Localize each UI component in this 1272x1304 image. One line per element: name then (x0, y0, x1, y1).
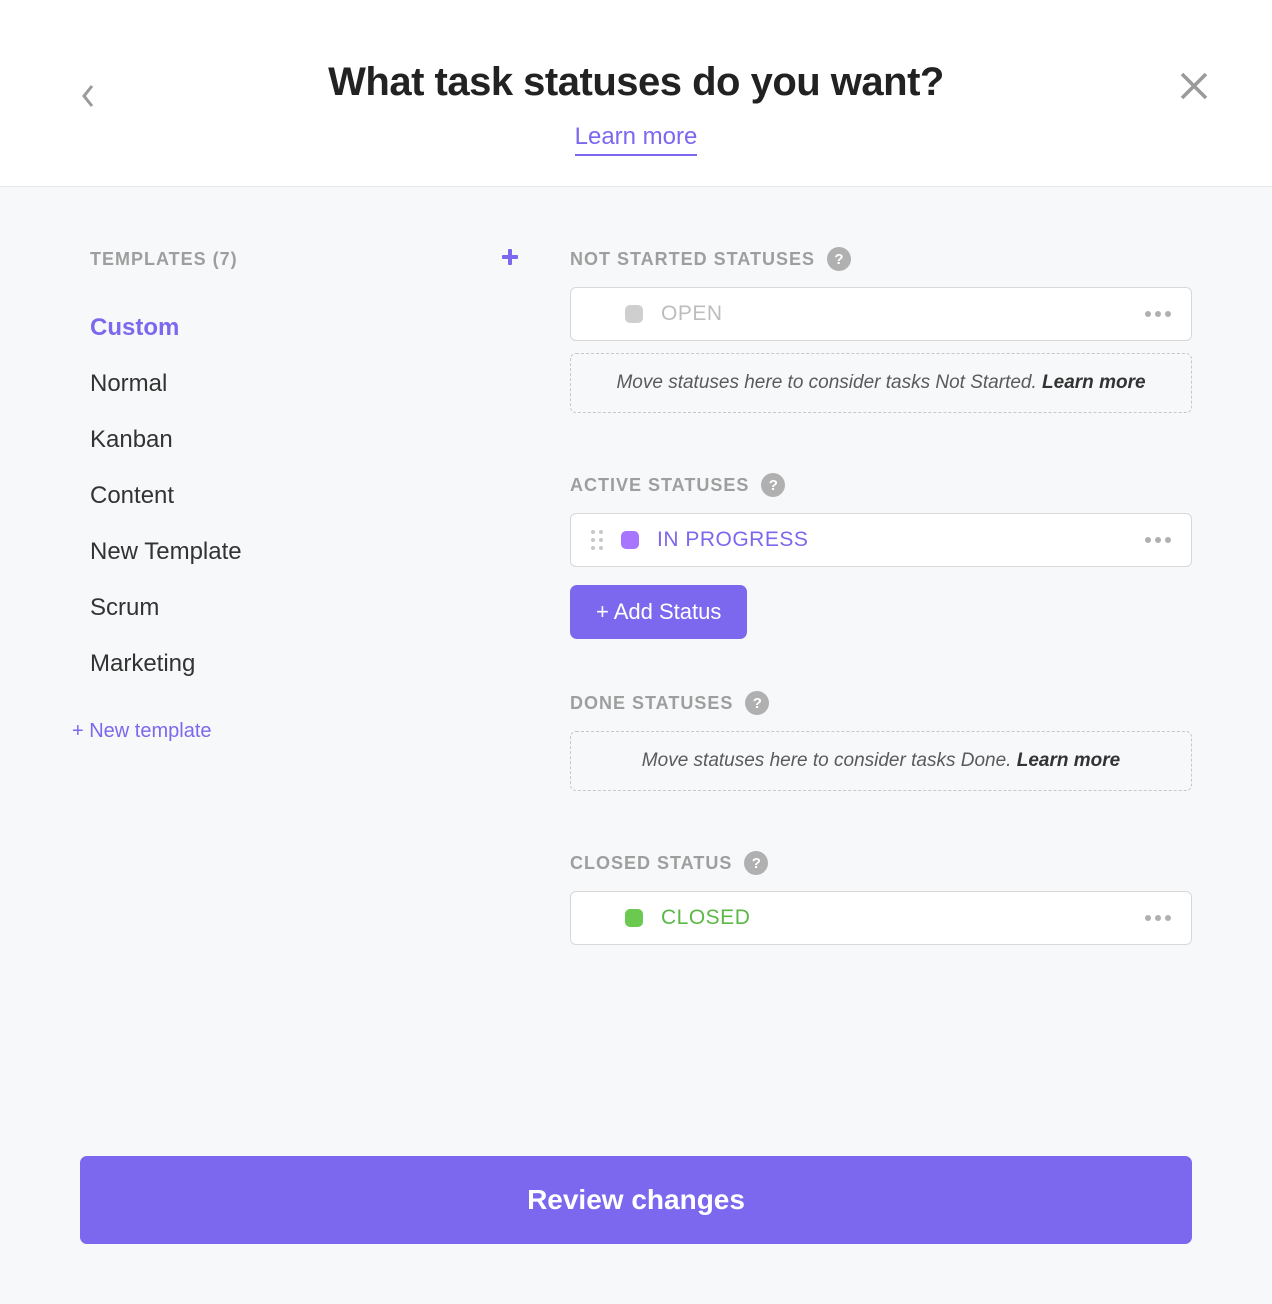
help-icon[interactable]: ? (827, 247, 851, 271)
add-template-button[interactable] (500, 247, 520, 272)
drag-handle-icon[interactable] (591, 530, 603, 550)
chevron-left-icon (80, 82, 96, 110)
drop-hint-text: Move statuses here to consider tasks Don… (642, 750, 1017, 771)
templates-label: TEMPLATES (7) (90, 249, 238, 270)
template-item-normal[interactable]: Normal (90, 356, 520, 412)
done-header: DONE STATUSES ? (570, 691, 1192, 715)
closed-header: CLOSED STATUS ? (570, 851, 1192, 875)
add-status-button[interactable]: + Add Status (570, 585, 747, 639)
template-item-kanban[interactable]: Kanban (90, 412, 520, 468)
drop-learn-more-link[interactable]: Learn more (1042, 372, 1145, 393)
help-icon[interactable]: ? (761, 473, 785, 497)
done-drop-zone[interactable]: Move statuses here to consider tasks Don… (570, 731, 1192, 791)
template-list: Custom Normal Kanban Content New Templat… (90, 300, 520, 692)
status-row-open[interactable]: OPEN (570, 287, 1192, 341)
back-button[interactable] (80, 82, 96, 115)
template-item-content[interactable]: Content (90, 468, 520, 524)
status-name: IN PROGRESS (657, 528, 1127, 552)
templates-sidebar: TEMPLATES (7) Custom Normal Kanban Conte… (90, 247, 570, 957)
template-item-new-template[interactable]: New Template (90, 524, 520, 580)
status-more-button[interactable] (1145, 311, 1171, 317)
new-template-button[interactable]: + New template (72, 720, 520, 743)
template-item-marketing[interactable]: Marketing (90, 636, 520, 692)
closed-label: CLOSED STATUS (570, 853, 732, 874)
status-color-swatch (621, 531, 639, 549)
template-item-custom[interactable]: Custom (90, 300, 520, 356)
status-name: OPEN (661, 302, 1127, 326)
active-header: ACTIVE STATUSES ? (570, 473, 1192, 497)
modal-header: What task statuses do you want? Learn mo… (0, 0, 1272, 187)
not-started-header: NOT STARTED STATUSES ? (570, 247, 1192, 271)
template-item-scrum[interactable]: Scrum (90, 580, 520, 636)
status-row-in-progress[interactable]: IN PROGRESS (570, 513, 1192, 567)
done-label: DONE STATUSES (570, 693, 733, 714)
status-editor: NOT STARTED STATUSES ? OPEN Move statuse… (570, 247, 1192, 957)
learn-more-link[interactable]: Learn more (575, 123, 698, 156)
not-started-drop-zone[interactable]: Move statuses here to consider tasks Not… (570, 353, 1192, 413)
status-row-closed[interactable]: CLOSED (570, 891, 1192, 945)
active-label: ACTIVE STATUSES (570, 475, 749, 496)
status-more-button[interactable] (1145, 537, 1171, 543)
modal-footer: Review changes (80, 1156, 1192, 1244)
status-color-swatch (625, 305, 643, 323)
status-color-swatch (625, 909, 643, 927)
status-more-button[interactable] (1145, 915, 1171, 921)
help-icon[interactable]: ? (744, 851, 768, 875)
review-changes-button[interactable]: Review changes (80, 1156, 1192, 1244)
drop-hint-text: Move statuses here to consider tasks Not… (616, 372, 1042, 393)
close-icon (1176, 68, 1212, 104)
status-name: CLOSED (661, 906, 1127, 930)
drop-learn-more-link[interactable]: Learn more (1017, 750, 1120, 771)
close-button[interactable] (1176, 68, 1212, 109)
not-started-label: NOT STARTED STATUSES (570, 249, 815, 270)
page-title: What task statuses do you want? (60, 60, 1212, 105)
help-icon[interactable]: ? (745, 691, 769, 715)
plus-icon (500, 247, 520, 267)
modal-content: TEMPLATES (7) Custom Normal Kanban Conte… (0, 187, 1272, 957)
